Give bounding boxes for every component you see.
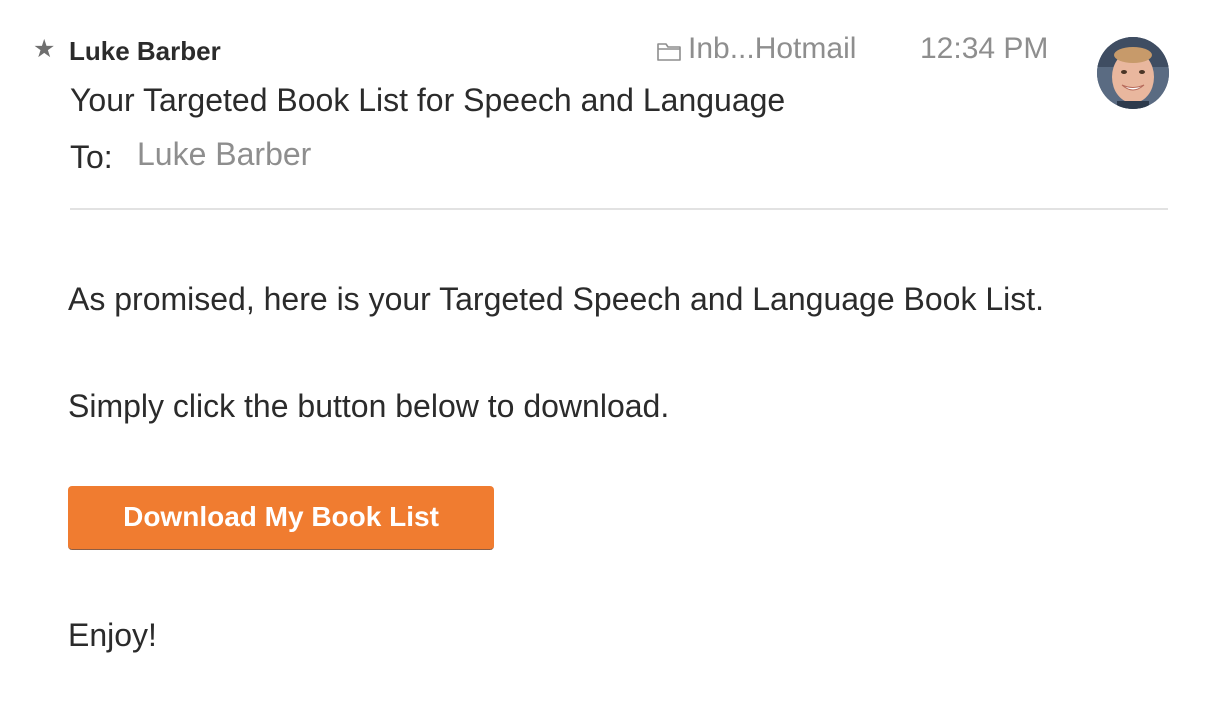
- body-paragraph-1: As promised, here is your Targeted Speec…: [68, 281, 1045, 317]
- header-divider: [70, 208, 1168, 210]
- email-subject: Your Targeted Book List for Speech and L…: [70, 82, 786, 118]
- body-paragraph-3: Enjoy!: [68, 617, 157, 653]
- to-label: To:: [70, 139, 113, 175]
- mailbox-location[interactable]: Inb...Hotmail: [656, 31, 856, 67]
- received-time: 12:34 PM: [920, 32, 1049, 65]
- body-paragraph-2: Simply click the button below to downloa…: [68, 388, 670, 424]
- avatar[interactable]: [1097, 37, 1169, 109]
- mailbox-label: Inb...Hotmail: [688, 32, 857, 65]
- download-book-list-button[interactable]: Download My Book List: [68, 486, 494, 550]
- folder-icon: [657, 43, 681, 61]
- recipient-name[interactable]: Luke Barber: [137, 135, 311, 173]
- avatar-photo: [1097, 37, 1169, 109]
- email-message-view: ★ Luke Barber Inb...Hotmail 12:34 PM You…: [0, 0, 1220, 710]
- star-icon[interactable]: ★: [33, 34, 55, 64]
- sender-name[interactable]: Luke Barber: [69, 35, 221, 67]
